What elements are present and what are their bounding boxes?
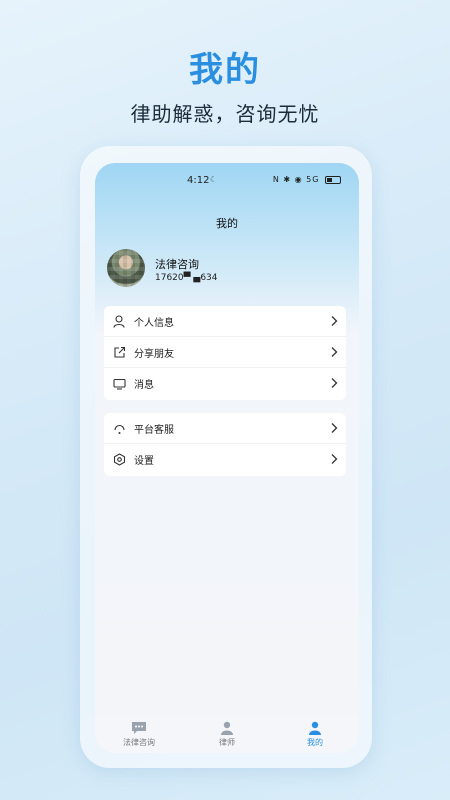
- chevron-right-icon: [331, 454, 338, 464]
- share-icon: [112, 345, 126, 359]
- page-title: 我的: [216, 217, 238, 230]
- user-phone: 17620▀ ▄634: [155, 273, 218, 283]
- status-indicators: N ✱ ◉ 5G: [272, 175, 320, 184]
- tab-lawyer[interactable]: 律师: [183, 715, 271, 753]
- chevron-right-icon: [331, 378, 338, 388]
- menu-item-profile[interactable]: 个人信息: [104, 306, 346, 337]
- tab-mine[interactable]: 我的: [271, 715, 359, 753]
- tab-label: 律师: [219, 737, 235, 747]
- tab-label: 我的: [307, 737, 323, 747]
- menu-item-label: 消息: [134, 380, 154, 391]
- user-name: 法律咨询: [155, 258, 199, 271]
- chevron-right-icon: [331, 347, 338, 357]
- dnd-icon: ☾: [210, 175, 218, 184]
- bottom-tab-bar: 法律咨询 律师 我的: [95, 715, 359, 753]
- chevron-right-icon: [331, 316, 338, 326]
- status-bar: 4:12 ☾ N ✱ ◉ 5G: [95, 173, 359, 189]
- person-icon: [112, 314, 126, 328]
- tab-label: 法律咨询: [123, 737, 155, 747]
- menu-item-label: 个人信息: [134, 317, 174, 329]
- chat-icon: [132, 721, 146, 734]
- poster-subtitle: 律助解惑，咨询无忧: [130, 102, 320, 126]
- avatar[interactable]: [107, 249, 145, 287]
- chevron-right-icon: [331, 423, 338, 433]
- menu-item-settings[interactable]: 设置: [104, 444, 346, 475]
- lawyer-icon: [221, 721, 233, 735]
- settings-icon: [112, 453, 126, 467]
- menu-item-label: 分享朋友: [134, 348, 174, 360]
- message-icon: [112, 377, 126, 391]
- menu-card-support: 平台客服 设置: [104, 413, 346, 476]
- tab-legal-consult[interactable]: 法律咨询: [95, 715, 183, 753]
- menu-card-account: 个人信息 分享朋友 消息: [104, 306, 346, 400]
- status-time: 4:12: [187, 175, 210, 186]
- headset-icon: [112, 421, 126, 435]
- menu-item-messages[interactable]: 消息: [104, 368, 346, 399]
- poster-title: 我的: [189, 50, 261, 90]
- status-icons: N ✱ ◉ 5G: [273, 175, 341, 184]
- menu-item-label: 设置: [134, 456, 154, 467]
- profile-icon: [309, 721, 321, 735]
- battery-icon: [325, 175, 341, 184]
- phone-screen: 4:12 ☾ N ✱ ◉ 5G 我的 法律咨询 17620▀ ▄634 个人信息…: [95, 163, 359, 753]
- menu-item-share[interactable]: 分享朋友: [104, 337, 346, 368]
- menu-item-label: 平台客服: [134, 424, 174, 436]
- menu-item-customer-service[interactable]: 平台客服: [104, 413, 346, 444]
